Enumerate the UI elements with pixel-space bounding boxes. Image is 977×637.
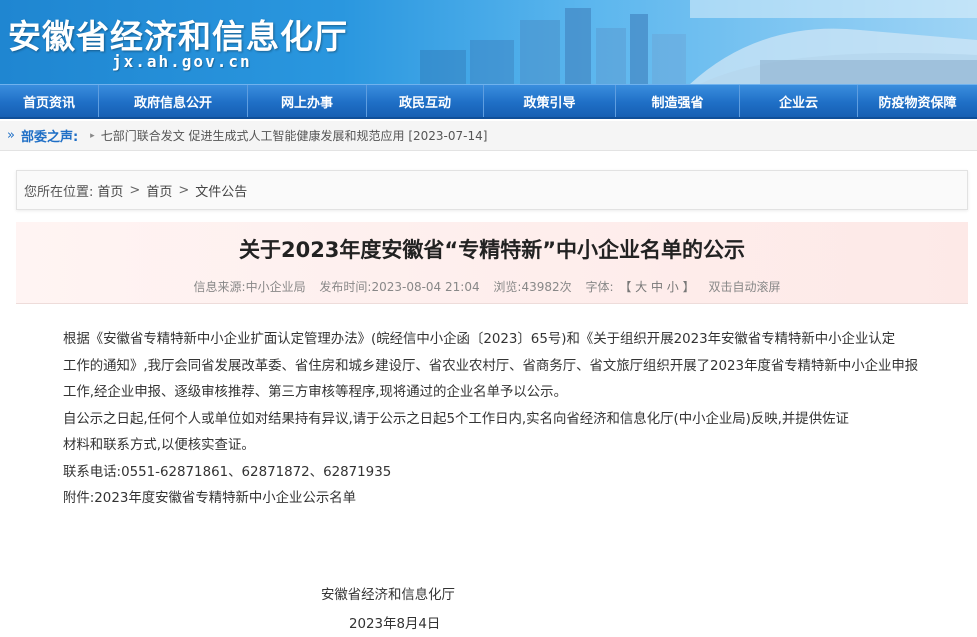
article-body: 根据《安徽省专精特新中小企业扩面认定管理办法》(皖经信中小企函〔2023〕65号… bbox=[63, 327, 953, 513]
signature-date: 2023年8月4日 bbox=[349, 617, 441, 632]
article-header: 关于2023年度安徽省“专精特新”中小企业名单的公示 信息来源:中小企业局 发布… bbox=[16, 222, 968, 304]
meta-publish-time: 发布时间:2023-08-04 21:04 bbox=[319, 280, 480, 294]
main-nav: 首页资讯 政府信息公开 网上办事 政民互动 政策引导 制造强省 企业云 防疫物资… bbox=[0, 84, 977, 119]
body-line: 工作的通知》,我厅会同省发展改革委、省住房和城乡建设厅、省农业农村厅、省商务厅、… bbox=[63, 358, 919, 374]
breadcrumb-separator: > bbox=[129, 182, 141, 198]
nav-item-enterprise-cloud[interactable]: 企业云 bbox=[740, 85, 858, 117]
breadcrumb: 您所在位置: 首页 > 首页 > 文件公告 bbox=[16, 170, 968, 210]
site-banner: 安徽省经济和信息化厅 jx.ah.gov.cn bbox=[0, 0, 977, 84]
nav-item-public-interaction[interactable]: 政民互动 bbox=[367, 85, 484, 117]
breadcrumb-home[interactable]: 首页 bbox=[97, 181, 123, 200]
meta-font-label: 字体: bbox=[585, 280, 614, 294]
article-meta: 信息来源:中小企业局 发布时间:2023-08-04 21:04 浏览:4398… bbox=[16, 278, 968, 295]
body-line: 材料和联系方式,以便核实查证。 bbox=[63, 438, 255, 453]
nav-item-epidemic-supplies[interactable]: 防疫物资保障 bbox=[858, 85, 977, 117]
body-line: 工作,经企业申报、逐级审核推荐、第三方审核等程序,现将通过的企业名单予以公示。 bbox=[63, 385, 567, 400]
breadcrumb-separator: > bbox=[178, 182, 190, 198]
attachment-link[interactable]: 附件:2023年度安徽省专精特新中小企业公示名单 bbox=[63, 486, 953, 513]
nav-item-policy-guide[interactable]: 政策引导 bbox=[484, 85, 616, 117]
nav-item-online-services[interactable]: 网上办事 bbox=[248, 85, 367, 117]
ticker-label: 部委之声: bbox=[20, 130, 79, 145]
font-size-control[interactable]: 【 大 中 小 】 bbox=[619, 280, 694, 294]
nav-item-gov-info[interactable]: 政府信息公开 bbox=[99, 85, 248, 117]
breadcrumb-home-2[interactable]: 首页 bbox=[146, 181, 172, 200]
signature: 安徽省经济和信息化厅 bbox=[321, 588, 455, 603]
nav-item-home-news[interactable]: 首页资讯 bbox=[0, 85, 99, 117]
double-chevron-right-icon: » bbox=[7, 128, 15, 143]
site-domain: jx.ah.gov.cn bbox=[112, 52, 252, 71]
ticker-news-link[interactable]: 七部门联合发文 促进生成式人工智能健康发展和规范应用 [2023-07-14] bbox=[101, 127, 488, 144]
news-ticker: » 部委之声: ▸ 七部门联合发文 促进生成式人工智能健康发展和规范应用 [20… bbox=[0, 121, 977, 151]
body-line: 自公示之日起,任何个人或单位如对结果持有异议,请于公示之日起5个工作日内,实名向… bbox=[63, 411, 849, 427]
breadcrumb-announcements[interactable]: 文件公告 bbox=[195, 181, 247, 200]
nav-item-manufacturing[interactable]: 制造强省 bbox=[616, 85, 740, 117]
auto-scroll-hint: 双击自动滚屏 bbox=[708, 280, 781, 294]
contact-phone: 联系电话:0551-62871861、62871872、62871935 bbox=[63, 464, 392, 480]
meta-source: 信息来源:中小企业局 bbox=[193, 280, 306, 294]
breadcrumb-prefix: 您所在位置: bbox=[24, 184, 94, 200]
body-line: 根据《安徽省专精特新中小企业扩面认定管理办法》(皖经信中小企函〔2023〕65号… bbox=[63, 332, 896, 347]
site-title: 安徽省经济和信息化厅 bbox=[8, 17, 348, 56]
meta-views: 浏览:43982次 bbox=[493, 280, 572, 294]
bullet-icon: ▸ bbox=[90, 130, 95, 141]
article-title: 关于2023年度安徽省“专精特新”中小企业名单的公示 bbox=[238, 238, 746, 262]
